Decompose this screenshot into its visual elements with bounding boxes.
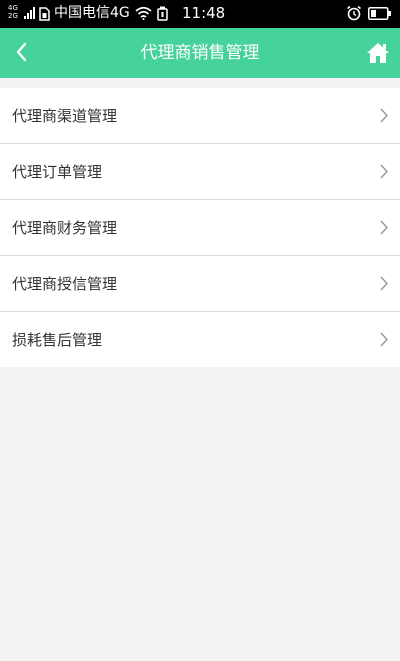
chevron-right-icon	[380, 220, 388, 235]
network-type-4g: 4G	[8, 4, 18, 12]
status-bar: 4G 2G 中国电信4G 11:48	[0, 0, 400, 28]
clock: 11:48	[182, 4, 226, 22]
battery-icon	[368, 7, 391, 20]
carrier-label: 中国电信4G	[54, 5, 130, 21]
menu-item-finance-management[interactable]: 代理商财务管理	[0, 200, 400, 256]
chevron-right-icon	[380, 332, 388, 347]
chevron-right-icon	[380, 276, 388, 291]
chevron-right-icon	[380, 164, 388, 179]
home-button[interactable]	[366, 41, 390, 65]
menu-item-channel-management[interactable]: 代理商渠道管理	[0, 88, 400, 144]
menu-item-label: 代理商授信管理	[12, 275, 118, 293]
chevron-left-icon	[16, 42, 27, 62]
signal-icon	[24, 7, 35, 19]
menu-item-label: 代理商财务管理	[12, 219, 118, 237]
menu-item-after-sales-management[interactable]: 损耗售后管理	[0, 312, 400, 367]
back-button[interactable]	[10, 38, 38, 68]
network-type-indicator: 4G 2G	[8, 4, 18, 20]
menu-item-credit-management[interactable]: 代理商授信管理	[0, 256, 400, 312]
menu-item-label: 代理订单管理	[12, 163, 103, 181]
home-icon	[367, 43, 389, 63]
wifi-icon	[135, 6, 152, 20]
page-title: 代理商销售管理	[140, 43, 260, 63]
menu-item-order-management[interactable]: 代理订单管理	[0, 144, 400, 200]
usb-icon	[157, 6, 168, 21]
menu-item-label: 损耗售后管理	[12, 331, 103, 349]
menu-item-label: 代理商渠道管理	[12, 107, 118, 125]
sim-icon	[39, 7, 50, 21]
alarm-icon	[347, 5, 361, 21]
network-type-2g: 2G	[8, 12, 18, 20]
title-bar: 代理商销售管理	[0, 28, 400, 78]
chevron-right-icon	[380, 108, 388, 123]
menu-list: 代理商渠道管理 代理订单管理 代理商财务管理 代理商授信管理 损耗售后管理	[0, 88, 400, 367]
